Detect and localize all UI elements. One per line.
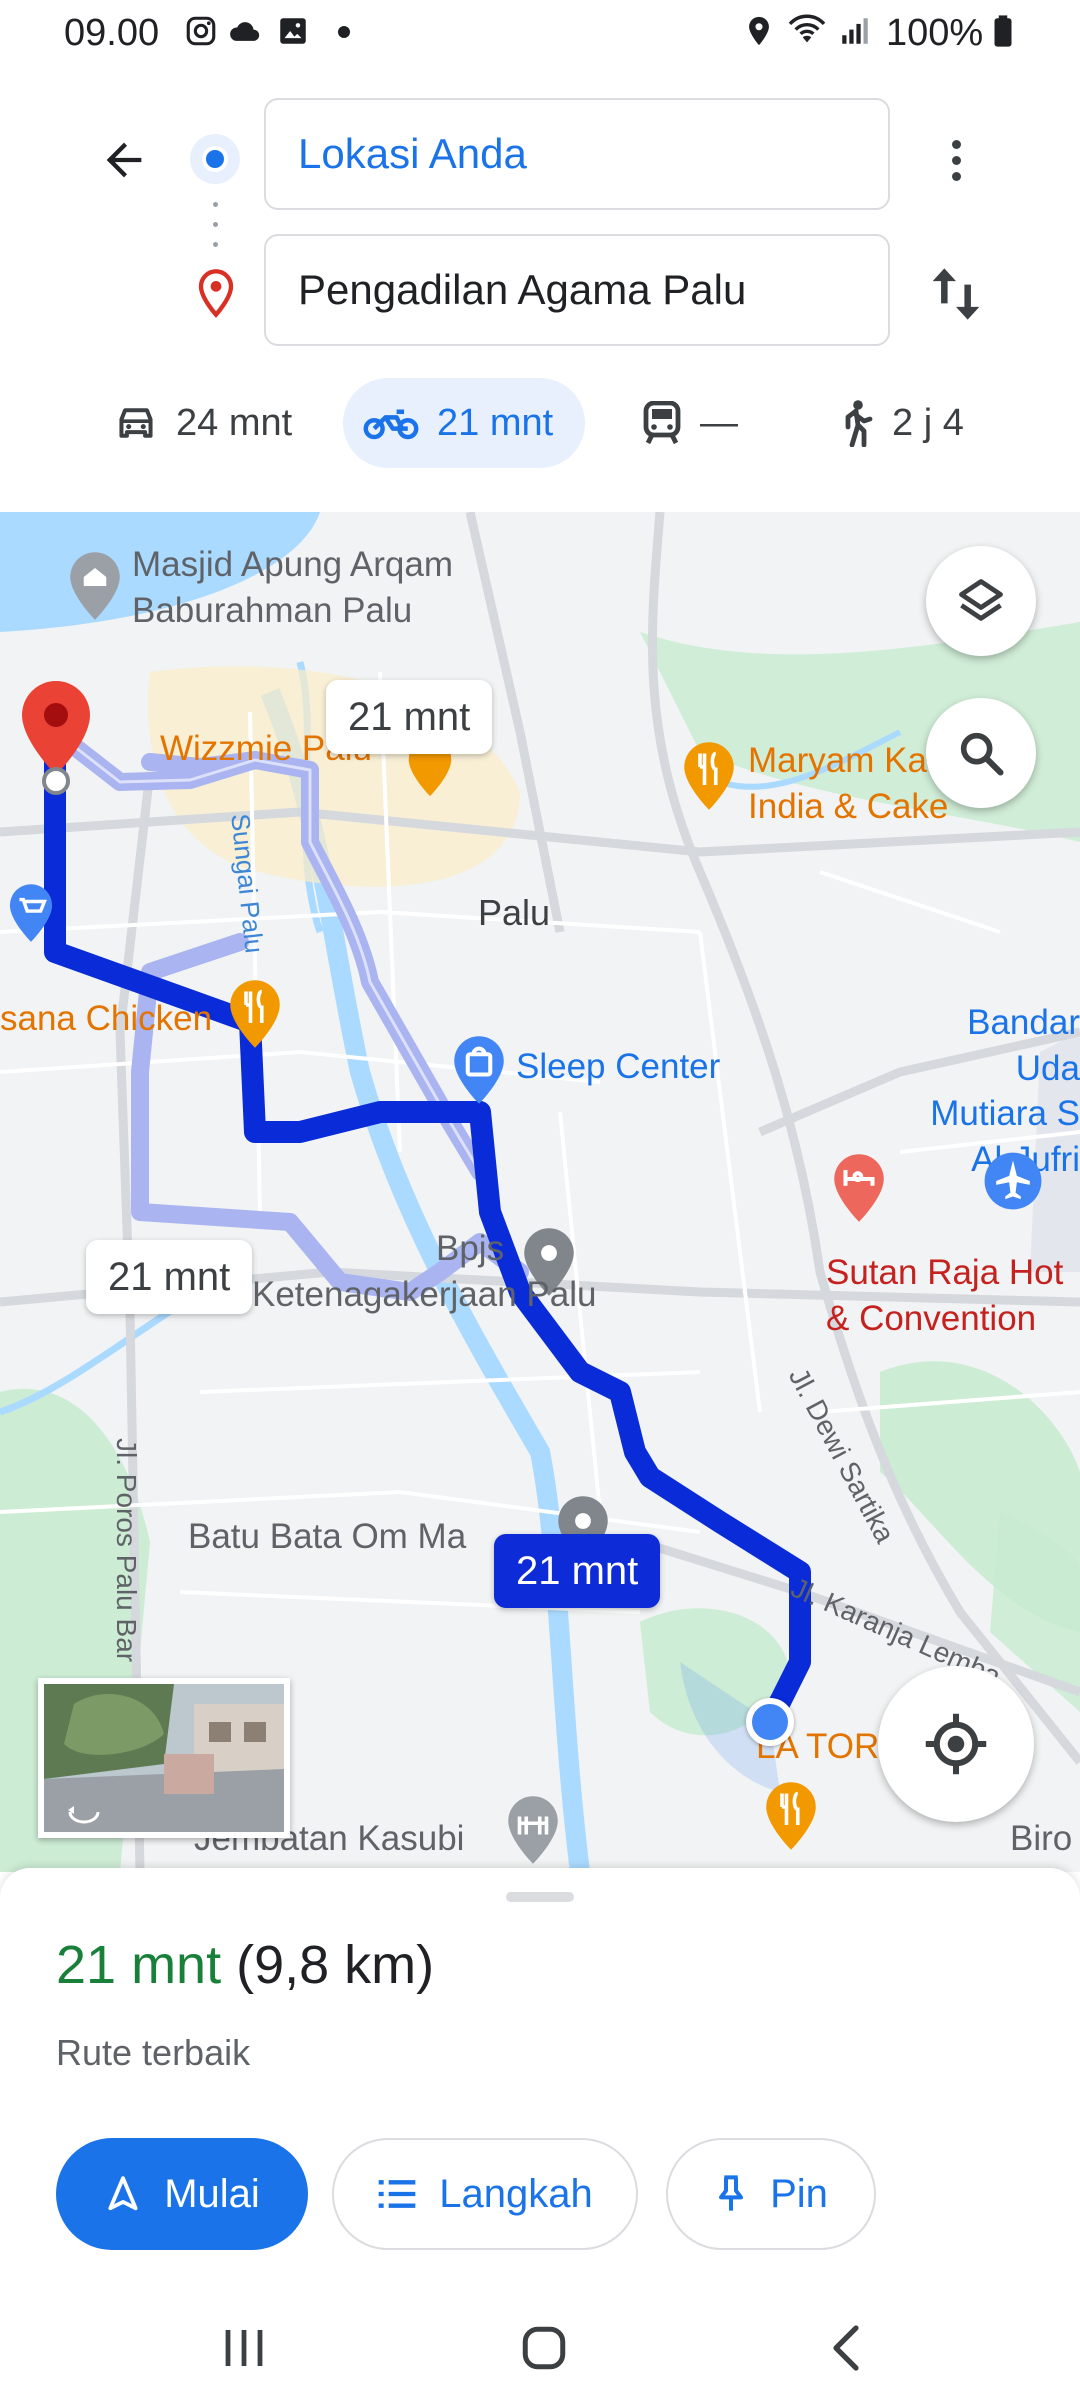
- label-batu-bata: Batu Bata Om Ma: [188, 1517, 467, 1556]
- route-chip-selected[interactable]: 21 mnt: [494, 1534, 661, 1608]
- route-chip-alt-top[interactable]: 21 mnt: [326, 680, 493, 754]
- map-view[interactable]: Masjid Apung Arqam Baburahman Palu Wizzm…: [0, 512, 1080, 1872]
- location-icon: [749, 16, 769, 46]
- list-icon: [378, 2180, 416, 2208]
- home-button[interactable]: [504, 2308, 584, 2388]
- cloud-icon: [230, 22, 260, 41]
- destination-pin-icon: [198, 269, 234, 318]
- bridge-pin-icon: [508, 1796, 558, 1864]
- my-location-button[interactable]: [878, 1666, 1034, 1822]
- label-palu: Palu: [478, 892, 551, 933]
- label-sleep-center: Sleep Center: [516, 1047, 721, 1086]
- recent-apps-icon: [225, 2330, 263, 2366]
- connector-dot: [213, 242, 218, 247]
- connector-dot: [213, 202, 218, 207]
- mosque-pin-icon: [70, 552, 120, 620]
- mode-transit-label: —: [700, 401, 738, 444]
- map-base: [0, 512, 1080, 1872]
- arrow-back-icon: [106, 142, 142, 178]
- label-chicken: sana Chicken: [0, 999, 213, 1038]
- travel-modes: 24 mnt 21 mnt — 2 j 4: [0, 378, 1080, 468]
- instagram-icon: [186, 16, 216, 46]
- transit-icon: [643, 401, 681, 445]
- label-bpjs: Bpjs: [436, 1229, 505, 1268]
- swap-vertical-icon: [932, 268, 980, 320]
- home-icon: [522, 2326, 566, 2370]
- airport-icon: [984, 1152, 1042, 1210]
- signal-icon: [842, 18, 868, 44]
- current-location-marker: [746, 1698, 794, 1746]
- label-sutan: Sutan Raja Hot & Convention: [826, 1253, 1064, 1338]
- motorcycle-icon: [363, 409, 419, 440]
- restaurant-pin-icon: [230, 980, 280, 1048]
- route-chip-alt-left[interactable]: 21 mnt: [86, 1240, 253, 1314]
- back-button[interactable]: [88, 124, 160, 196]
- destination-marker-icon[interactable]: [16, 676, 96, 798]
- pin-button-label: Pin: [770, 2171, 828, 2216]
- label-ketenagakerjaan: Ketenagakerjaan Palu: [252, 1275, 597, 1314]
- destination-input[interactable]: Pengadilan Agama Palu: [264, 234, 890, 346]
- wifi-icon: [788, 14, 826, 43]
- origin-marker-icon: [190, 134, 240, 184]
- navigation-arrow-icon: [108, 2176, 138, 2211]
- start-button-label: Mulai: [164, 2171, 260, 2216]
- mode-walk-tab[interactable]: 2 j 4: [818, 378, 984, 468]
- battery-icon: [994, 15, 1012, 47]
- route-summary: 21 mnt (9,8 km): [56, 1934, 434, 1996]
- crosshair-icon: [925, 1713, 987, 1775]
- recent-apps-button[interactable]: [204, 2308, 284, 2388]
- layers-button[interactable]: [926, 546, 1036, 656]
- search-along-route-button[interactable]: [926, 698, 1036, 808]
- status-time: 09.00: [64, 12, 160, 54]
- pin-button[interactable]: Pin: [666, 2138, 876, 2250]
- steps-button-label: Langkah: [439, 2171, 593, 2216]
- more-options-button[interactable]: [920, 122, 992, 198]
- shopping-bag-pin-icon: [454, 1036, 504, 1104]
- notification-dot-icon: [338, 26, 350, 38]
- car-icon: [119, 408, 153, 438]
- status-bar: 09.00 100%: [0, 0, 1080, 66]
- route-description: Rute terbaik: [56, 2032, 251, 2073]
- swap-button[interactable]: [918, 256, 994, 332]
- mode-walk-label: 2 j 4: [892, 401, 964, 444]
- mode-motorcycle-tab[interactable]: 21 mnt: [343, 378, 585, 468]
- route-distance: (9,8 km): [236, 1935, 435, 1995]
- gallery-icon: [280, 18, 306, 44]
- mode-motorcycle-label: 21 mnt: [437, 401, 554, 444]
- restaurant-pin-icon: [684, 742, 734, 810]
- mode-car-label: 24 mnt: [176, 401, 293, 444]
- shopping-pin-icon: [9, 884, 53, 942]
- label-poros: Jl. Poros Palu Bar: [111, 1438, 142, 1663]
- label-biro: Biro: [1010, 1819, 1073, 1858]
- battery-percent: 100%: [886, 12, 984, 54]
- origin-input[interactable]: Lokasi Anda: [264, 98, 890, 210]
- layers-icon: [959, 579, 1003, 621]
- route-duration: 21 mnt: [56, 1935, 222, 1995]
- walk-icon: [845, 400, 873, 447]
- chevron-left-icon: [833, 2325, 859, 2371]
- street-view-thumbnail[interactable]: [38, 1678, 290, 1838]
- sheet-drag-handle[interactable]: [506, 1892, 574, 1902]
- mode-car-tab[interactable]: 24 mnt: [94, 378, 312, 468]
- system-nav-bar: [0, 2282, 1080, 2408]
- steps-button[interactable]: Langkah: [332, 2138, 638, 2250]
- restaurant-pin-icon: [766, 1782, 816, 1850]
- label-masjid: Masjid Apung Arqam Baburahman Palu: [132, 545, 454, 630]
- system-back-button[interactable]: [806, 2308, 886, 2388]
- label-maryam: Maryam Ka India & Cake: [748, 741, 949, 826]
- hotel-pin-icon: [834, 1154, 884, 1222]
- directions-header: Lokasi Anda Pengadilan Agama Palu 24 mnt…: [0, 66, 1080, 512]
- mode-transit-tab[interactable]: —: [622, 378, 758, 468]
- start-button[interactable]: Mulai: [56, 2138, 308, 2250]
- pin-icon: [719, 2175, 744, 2211]
- connector-dot: [213, 222, 218, 227]
- search-icon: [960, 732, 1004, 776]
- street-view-image: [44, 1684, 284, 1832]
